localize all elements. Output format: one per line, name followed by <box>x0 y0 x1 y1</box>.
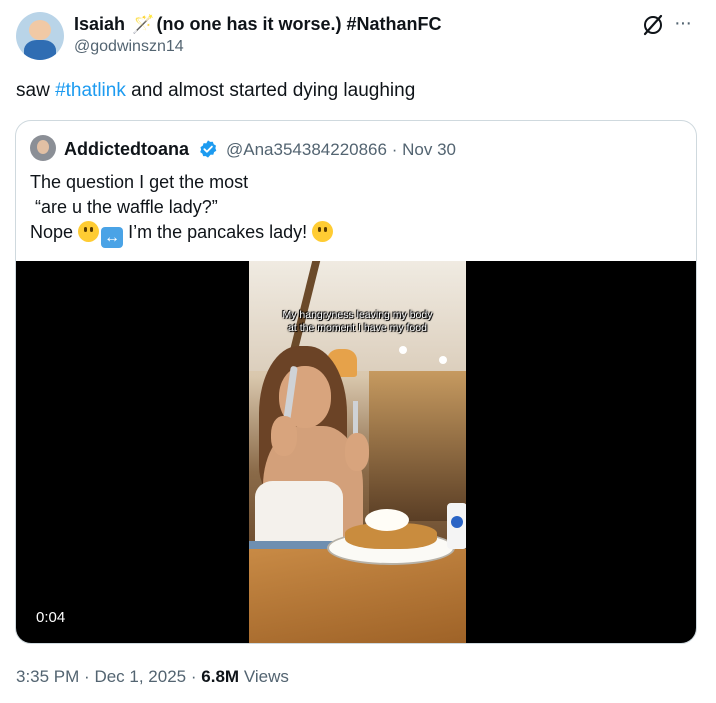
quoted-tweet-card[interactable]: Addictedtoana @Ana354384220866 · Nov 30 … <box>15 120 697 644</box>
quoted-tweet-meta: @Ana354384220866 · Nov 30 <box>226 140 456 160</box>
author-handle[interactable]: @godwinszn14 <box>74 38 184 56</box>
author-avatar[interactable] <box>16 12 64 60</box>
cup-logo-icon <box>451 516 463 528</box>
scene-booth-wall <box>369 371 466 521</box>
grok-icon[interactable] <box>641 13 665 37</box>
tweet-text-before: saw <box>16 80 56 101</box>
avatar-head <box>29 20 51 40</box>
quoted-tweet-date[interactable]: Nov 30 <box>402 140 456 159</box>
video-duration: 0:04 <box>36 609 66 626</box>
verified-badge-icon <box>200 140 217 158</box>
tweet-time[interactable]: 3:35 PM <box>16 667 79 686</box>
tweet-date[interactable]: Dec 1, 2025 <box>94 667 186 686</box>
quoted-author-avatar[interactable] <box>30 135 56 161</box>
author-name: Isaiah <box>74 14 126 34</box>
magic-wand-emoji: 🪄 <box>132 14 155 34</box>
avatar-body <box>24 40 56 60</box>
quoted-line-2: “are u the waffle lady?” <box>30 197 218 217</box>
quoted-line-3: Nope <box>30 222 74 242</box>
hashtag-link[interactable]: #thatlink <box>55 80 126 101</box>
scene-right-hand <box>345 433 369 471</box>
author-display-name[interactable]: Isaiah 🪄 (no one has it worse.) #NathanFC <box>74 14 442 35</box>
meta-separator: · <box>391 140 398 159</box>
quoted-author-handle[interactable]: @Ana354384220866 <box>226 140 387 159</box>
tweet-text: saw #thatlink and almost started dying l… <box>16 78 415 104</box>
footer-separator: · <box>84 667 90 686</box>
scene-ceiling-light <box>439 356 447 364</box>
tweet-text-after: and almost started dying laughing <box>125 80 416 101</box>
scene-whipped-cream <box>365 509 409 531</box>
left-right-arrow-emoji: ↔ <box>101 227 124 248</box>
video-frame: My hangryness leaving my body at the mom… <box>249 261 466 643</box>
views-label: Views <box>243 667 289 686</box>
quoted-tweet-text: The question I get the most “are u the w… <box>30 170 334 248</box>
scene-ceiling-light <box>399 346 407 354</box>
slightly-smiling-face-emoji <box>78 221 100 242</box>
video-player[interactable]: My hangryness leaving my body at the mom… <box>16 261 696 643</box>
footer-separator: · <box>190 667 197 686</box>
scene-left-hand <box>271 416 297 456</box>
quoted-line-4: I’m the pancakes lady! <box>128 222 308 242</box>
quoted-line-1: The question I get the most <box>30 172 249 192</box>
video-caption: My hangryness leaving my body at the mom… <box>282 309 433 334</box>
scene-table <box>249 549 466 643</box>
quoted-avatar-face <box>37 140 49 154</box>
tweet-footer: 3:35 PM · Dec 1, 2025 · 6.8M Views <box>16 667 289 687</box>
views-count[interactable]: 6.8M <box>201 667 239 686</box>
author-name-suffix: (no one has it worse.) #NathanFC <box>156 14 442 34</box>
more-icon[interactable]: ··· <box>674 12 692 35</box>
quoted-author-name[interactable]: Addictedtoana <box>64 139 189 160</box>
slightly-smiling-face-emoji <box>312 221 334 242</box>
